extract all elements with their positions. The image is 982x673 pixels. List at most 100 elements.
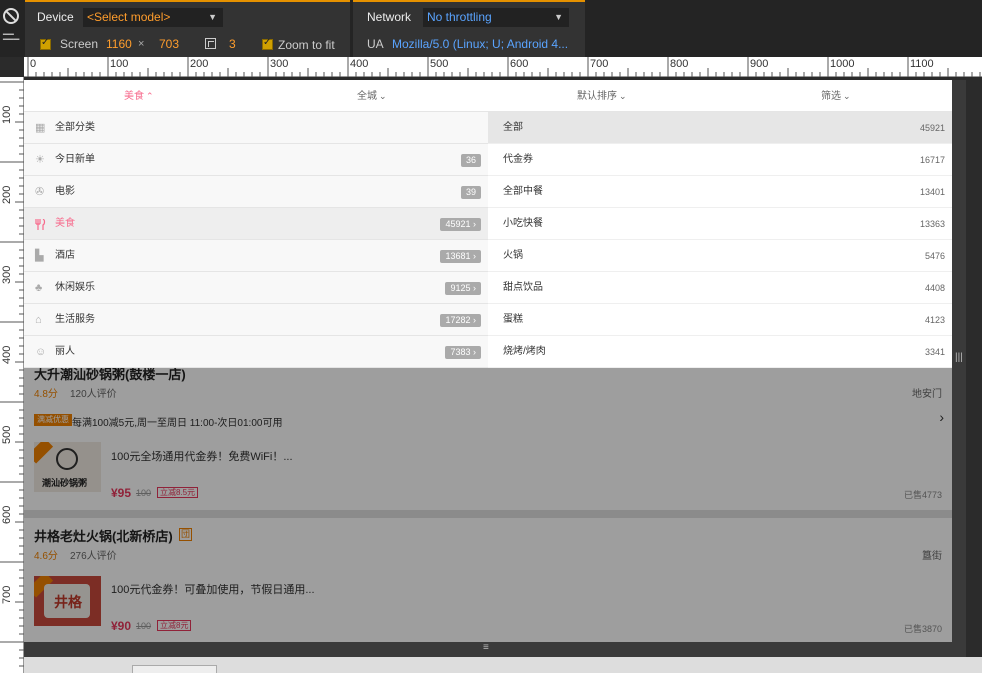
category-name: 休闲娱乐 — [55, 282, 95, 293]
tab-label: 筛选 — [821, 91, 841, 102]
subcategory-item[interactable]: 小吃快餐 13363 — [488, 208, 952, 240]
subcategory-name: 甜点饮品 — [503, 282, 543, 293]
category-name: 全部分类 — [55, 122, 95, 133]
category-item[interactable]: ☺ 丽人 7383 › — [24, 336, 488, 368]
ruler-tick-label: 100 — [1, 105, 13, 124]
tab-region[interactable]: 全城 ⌄ — [357, 80, 387, 112]
drawer-tab[interactable] — [132, 665, 217, 673]
category-item-selected[interactable]: 美食 45921 › — [24, 208, 488, 240]
subcategory-count: 4408 — [924, 283, 945, 293]
ruler-tick-label: 200 — [190, 58, 209, 70]
category-name: 美食 — [55, 218, 75, 229]
category-dropdown: ▦ 全部分类 ☀ 今日新单 36 ✇ 电影 39 美食 45921 › ▙ 酒店… — [24, 112, 952, 368]
toggle-drawer-icon[interactable]: ▔▔ ▔▔▔ — [3, 36, 19, 50]
subcategory-item[interactable]: 代金券 16717 — [488, 144, 952, 176]
subcategory-name: 烧烤/烤肉 — [503, 346, 546, 357]
subcategory-count: 13363 — [919, 219, 945, 229]
subcategory-count: 5476 — [924, 251, 945, 261]
subcategory-name: 全部中餐 — [503, 186, 543, 197]
category-count-badge: 17282 › — [440, 314, 481, 327]
subcategory-count: 3341 — [924, 347, 945, 357]
fork-knife-icon — [35, 218, 46, 230]
ruler-tick-label: 700 — [1, 585, 13, 604]
category-count-badge: 9125 › — [445, 282, 481, 295]
subcategory-item[interactable]: 烧烤/烤肉 3341 — [488, 336, 952, 368]
subcategory-name: 小吃快餐 — [503, 218, 543, 229]
tab-category[interactable]: 美食 ⌃ — [124, 80, 154, 112]
user-agent-field[interactable]: Mozilla/5.0 (Linux; U; Android 4... — [392, 37, 568, 51]
category-count-badge: 13681 › — [440, 250, 481, 263]
times-sign: × — [138, 38, 145, 50]
ruler-tick-label: 600 — [1, 505, 13, 524]
chevron-down-icon: ⌄ — [619, 91, 627, 101]
resize-grip-icon: ||| — [955, 352, 963, 363]
subcategory-item[interactable]: 甜点饮品 4408 — [488, 272, 952, 304]
ruler-tick-label: 500 — [430, 58, 449, 70]
viewport-width-resize-handle[interactable]: ||| — [952, 80, 966, 657]
device-model-select[interactable]: <Select model> ▼ — [83, 8, 223, 27]
emulation-background — [966, 80, 982, 673]
tab-sort[interactable]: 默认排序 ⌄ — [577, 80, 627, 112]
network-label: Network — [367, 10, 412, 24]
ruler-tick-label: 600 — [510, 58, 529, 70]
subcategory-list: 全部 45921 代金券 16717 全部中餐 13401 小吃快餐 13363… — [488, 112, 952, 368]
category-count-badge: 39 — [460, 186, 481, 199]
screen-label: Screen — [60, 37, 99, 51]
chevron-up-icon: ⌃ — [146, 91, 154, 101]
zoom-to-fit-checkbox[interactable] — [262, 37, 273, 50]
device-model-value: <Select model> — [87, 10, 171, 24]
tab-filter[interactable]: 筛选 ⌄ — [821, 80, 851, 112]
category-name: 今日新单 — [55, 154, 95, 165]
subcategory-count: 45921 — [919, 123, 945, 133]
category-item[interactable]: ✇ 电影 39 — [24, 176, 488, 208]
device-label: Device — [37, 10, 74, 24]
category-count-badge: 36 — [460, 154, 481, 167]
ruler-tick-label: 200 — [1, 185, 13, 204]
subcategory-name: 火锅 — [503, 250, 523, 261]
subcategory-count: 13401 — [919, 187, 945, 197]
category-count-badge: 7383 › — [445, 346, 481, 359]
viewport-height-resize-handle[interactable]: ≡ — [24, 642, 952, 657]
chevron-down-icon: ▼ — [208, 12, 217, 22]
category-item[interactable]: ☀ 今日新单 36 — [24, 144, 488, 176]
dropdown-backdrop[interactable] — [24, 368, 952, 642]
sun-icon: ☀ — [35, 154, 45, 166]
drawer-strip — [24, 657, 982, 673]
tab-label: 默认排序 — [577, 91, 617, 102]
subcategory-item-selected[interactable]: 全部 45921 — [488, 112, 952, 144]
screen-height-field[interactable]: 703 — [159, 37, 179, 51]
tab-label: 美食 — [124, 91, 144, 102]
ruler-tick-label: 700 — [590, 58, 609, 70]
chevron-down-icon: ▼ — [554, 12, 563, 22]
category-count-badge: 45921 › — [440, 218, 481, 231]
ruler-tick-label: 1100 — [910, 58, 934, 70]
subcategory-name: 代金券 — [503, 154, 533, 165]
subcategory-item[interactable]: 火锅 5476 — [488, 240, 952, 272]
category-item[interactable]: ⌂ 生活服务 17282 › — [24, 304, 488, 336]
filter-tabs: 美食 ⌃ 全城 ⌄ 默认排序 ⌄ 筛选 ⌄ — [24, 80, 952, 112]
film-icon: ✇ — [35, 186, 45, 198]
subcategory-item[interactable]: 蛋糕 4123 — [488, 304, 952, 336]
subcategory-item[interactable]: 全部中餐 13401 — [488, 176, 952, 208]
dpr-field[interactable]: 3 — [229, 37, 236, 51]
ruler-tick-label: 300 — [270, 58, 289, 70]
screen-width-field[interactable]: 1160 — [106, 37, 132, 51]
devtools-device-toolbar: ▔▔▔▔▔ Device <Select model> ▼ Screen 116… — [0, 0, 982, 57]
screen-checkbox[interactable] — [40, 37, 51, 50]
home-icon: ⌂ — [35, 314, 42, 326]
category-item[interactable]: ▦ 全部分类 — [24, 112, 488, 144]
network-throttling-select[interactable]: No throttling ▼ — [423, 8, 569, 27]
ruler-tick-label: 400 — [1, 345, 13, 364]
category-item[interactable]: ▙ 酒店 13681 › — [24, 240, 488, 272]
tab-label: 全城 — [357, 91, 377, 102]
category-item[interactable]: ♣ 休闲娱乐 9125 › — [24, 272, 488, 304]
chevron-down-icon: ⌄ — [843, 91, 851, 101]
chevron-down-icon: ⌄ — [379, 91, 387, 101]
network-throttling-value: No throttling — [427, 10, 492, 24]
vertical-ruler: 100 200 300 400 500 600 700 — [0, 77, 24, 673]
disable-emulation-icon[interactable] — [3, 8, 19, 24]
ruler-tick-label: 900 — [750, 58, 769, 70]
category-name: 酒店 — [55, 250, 75, 261]
ruler-tick-label: 400 — [350, 58, 369, 70]
subcategory-count: 4123 — [924, 315, 945, 325]
